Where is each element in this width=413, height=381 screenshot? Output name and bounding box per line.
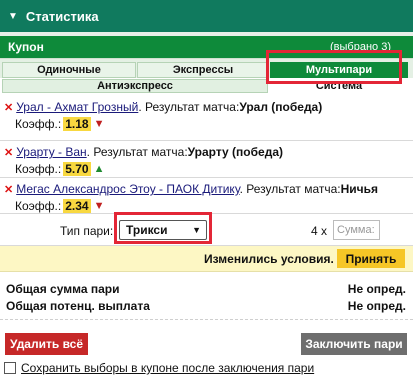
- chevron-down-icon: ▼: [8, 10, 18, 22]
- remove-icon[interactable]: ✕: [4, 102, 13, 114]
- statistics-header[interactable]: ▼ Статистика: [0, 0, 413, 32]
- odds-value: 2.34: [63, 199, 91, 213]
- result-label: . Результат матча:: [86, 145, 188, 159]
- potential-payout-row: Общая потенц. выплата Не опред.: [6, 299, 406, 313]
- bet-type-select[interactable]: Трикси ▼: [119, 220, 207, 240]
- bet-item: ✕ Урарту - Ван. Результат матча:Урарту (п…: [0, 141, 413, 178]
- odds-up-icon: ▲: [93, 163, 105, 175]
- statistics-title: Статистика: [25, 8, 99, 24]
- bet-item: ✕ Урал - Ахмат Грозный. Результат матча:У…: [0, 96, 413, 141]
- odds-down-icon: ▼: [93, 200, 105, 212]
- odds-label: Коэфф.:: [15, 117, 62, 131]
- bet-type-row: Тип пари: Трикси ▼ 4 x Сумма:: [0, 214, 413, 246]
- delete-all-button[interactable]: Удалить всё: [5, 333, 88, 355]
- bet-subtabs: Антиэкспресс Система: [0, 78, 413, 94]
- tab-multipari[interactable]: Мультипари: [270, 62, 408, 78]
- result-label: . Результат матча:: [138, 100, 240, 114]
- odds-value: 5.70: [63, 162, 91, 176]
- result-value: Ничья: [340, 182, 379, 196]
- tab-express[interactable]: Экспрессы: [137, 62, 269, 78]
- conditions-changed-text: Изменились условия.: [204, 252, 334, 266]
- total-stake-label: Общая сумма пари: [6, 282, 120, 296]
- tab-antiexpress[interactable]: Антиэкспресс: [2, 79, 268, 93]
- event-link[interactable]: Урал - Ахмат Грозный: [16, 100, 138, 114]
- result-label: . Результат матча:: [239, 182, 341, 196]
- total-stake-row: Общая сумма пари Не опред.: [6, 282, 406, 296]
- odds-label: Коэфф.:: [15, 199, 62, 213]
- coupon-title: Купон: [8, 40, 44, 54]
- tab-system[interactable]: Система: [270, 79, 408, 93]
- result-value: Урал (победа): [239, 100, 323, 114]
- coupon-header: Купон (выбрано 3): [0, 36, 413, 58]
- bet-type-label: Тип пари:: [60, 224, 114, 238]
- save-selections-label[interactable]: Сохранить выборы в купоне после заключен…: [21, 361, 314, 375]
- conditions-changed-bar: Изменились условия. Принять: [0, 246, 413, 272]
- place-bet-button[interactable]: Заключить пари: [301, 333, 407, 355]
- bet-type-value: Трикси: [126, 223, 168, 237]
- totals: Общая сумма пари Не опред. Общая потенц.…: [0, 272, 413, 320]
- remove-icon[interactable]: ✕: [4, 147, 13, 159]
- result-value: Урарту (победа): [187, 145, 283, 159]
- save-selections-option[interactable]: Сохранить выборы в купоне после заключен…: [4, 361, 314, 375]
- bet-multiplier: 4 x: [311, 224, 328, 238]
- accept-button[interactable]: Принять: [337, 249, 405, 268]
- chevron-down-icon: ▼: [192, 225, 201, 235]
- tab-singles[interactable]: Одиночные: [2, 62, 136, 78]
- bet-item: ✕ Мегас Александрос Этоу - ПАОК Дитику. Р…: [0, 178, 413, 214]
- stake-input[interactable]: Сумма:: [333, 220, 380, 240]
- total-stake-value: Не опред.: [347, 282, 406, 296]
- odds-label: Коэфф.:: [15, 162, 62, 176]
- potential-payout-value: Не опред.: [347, 299, 406, 313]
- odds-down-icon: ▼: [93, 118, 105, 130]
- bet-tabs: Одиночные Экспрессы Мультипари: [0, 58, 413, 78]
- save-selections-checkbox[interactable]: [4, 362, 16, 374]
- divider: [0, 319, 413, 320]
- potential-payout-label: Общая потенц. выплата: [6, 299, 150, 313]
- remove-icon[interactable]: ✕: [4, 184, 13, 196]
- event-link[interactable]: Мегас Александрос Этоу - ПАОК Дитику: [16, 182, 239, 196]
- odds-value: 1.18: [63, 117, 91, 131]
- selection-count: (выбрано 3): [330, 41, 391, 53]
- event-link[interactable]: Урарту - Ван: [16, 145, 86, 159]
